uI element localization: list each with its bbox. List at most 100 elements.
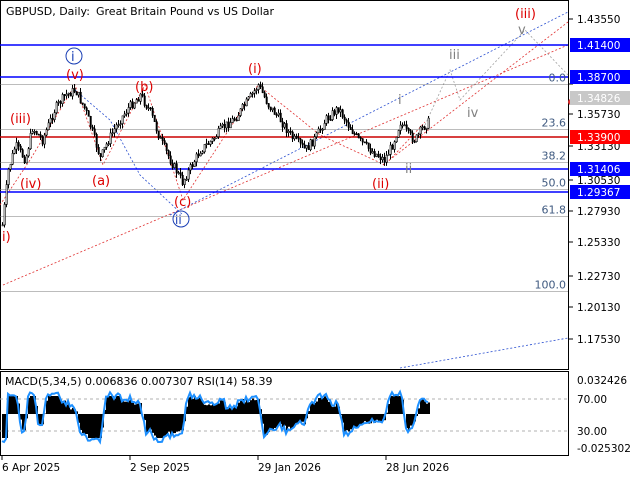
indicator-tick: 70.00 xyxy=(577,394,607,406)
macd-bar xyxy=(146,414,148,433)
candle-body xyxy=(191,164,194,167)
macd-bar xyxy=(94,414,96,438)
macd-bar xyxy=(428,402,430,414)
candle-body xyxy=(281,121,284,128)
price-tick: 1.27930 xyxy=(577,206,620,218)
price-chart[interactable]: GBPUSD, Daily: Great Britain Pound vs US… xyxy=(0,0,640,480)
macd-bar xyxy=(318,398,320,414)
candle-body xyxy=(115,124,118,130)
price-tick: 1.22730 xyxy=(577,271,620,283)
candle-body xyxy=(409,130,412,134)
candle-body xyxy=(421,126,424,129)
macd-bar xyxy=(362,414,364,424)
macd-bar xyxy=(152,414,154,433)
macd-bar xyxy=(166,414,168,435)
candle-body xyxy=(145,105,148,109)
candle-body xyxy=(181,174,184,185)
candle-body xyxy=(89,116,92,128)
wave-label: (b) xyxy=(135,80,153,95)
candle-body xyxy=(225,121,228,129)
macd-bar xyxy=(356,414,358,428)
wave-label: (iii) xyxy=(515,7,536,22)
candle-body xyxy=(415,134,418,142)
macd-bar xyxy=(264,414,266,435)
candle-body xyxy=(389,144,392,155)
macd-bar xyxy=(270,414,272,430)
macd-bar xyxy=(320,397,322,414)
macd-bar xyxy=(90,414,92,438)
candle-body xyxy=(351,129,354,134)
candle-body xyxy=(53,112,56,120)
candle-body xyxy=(21,149,24,158)
candle-body xyxy=(385,155,388,163)
candle-body xyxy=(395,136,398,143)
indicator-tick: 0.032426 xyxy=(577,375,627,387)
macd-bar xyxy=(398,396,400,414)
price-tick: 1.20130 xyxy=(577,302,620,314)
macd-bar xyxy=(376,414,378,420)
candle-body xyxy=(343,116,346,121)
macd-bar xyxy=(290,414,292,430)
macd-bar xyxy=(54,396,56,414)
wave-label: (i) xyxy=(248,62,262,77)
macd-histogram xyxy=(2,396,430,438)
candle-body xyxy=(223,123,226,129)
candle-body xyxy=(329,119,332,121)
candle-body xyxy=(305,145,308,149)
candle-body xyxy=(161,137,164,141)
candle-body xyxy=(175,163,178,174)
candle-body xyxy=(45,129,48,136)
price-tick: 1.25330 xyxy=(577,237,620,249)
macd-bar xyxy=(178,414,180,432)
macd-bar xyxy=(364,414,366,422)
candle-body xyxy=(397,130,400,138)
macd-bar xyxy=(410,414,412,426)
candle-body xyxy=(113,128,116,134)
candle-body xyxy=(335,107,338,115)
candle-body xyxy=(171,163,174,168)
candle-body xyxy=(331,110,334,120)
candle-body xyxy=(291,131,294,140)
wave-label: (c) xyxy=(174,195,191,210)
fib-label: 50.0 xyxy=(542,177,567,190)
red-wave-path xyxy=(0,83,426,206)
candle-body xyxy=(245,98,248,107)
chart-description: Great Britain Pound vs US Dollar xyxy=(96,5,275,18)
candle-body xyxy=(215,136,218,139)
macd-bar xyxy=(164,414,166,436)
candle-body xyxy=(251,92,254,95)
macd-bar xyxy=(332,407,334,414)
candle-body xyxy=(79,91,82,104)
candle-body xyxy=(25,155,28,164)
candle-body xyxy=(337,107,340,113)
wave-label: ii xyxy=(405,162,412,177)
candle-body xyxy=(149,107,152,110)
chart-window[interactable]: GBPUSD, Daily: Great Britain Pound vs US… xyxy=(0,0,640,480)
candle-body xyxy=(101,149,104,158)
candle-body xyxy=(7,168,10,185)
candle-body xyxy=(147,107,150,110)
macd-bar xyxy=(156,414,158,438)
macd-bar xyxy=(360,414,362,425)
macd-bar xyxy=(302,414,304,422)
candle-body xyxy=(211,137,214,142)
candle-body xyxy=(257,84,260,90)
macd-bar xyxy=(390,396,392,414)
macd-bar xyxy=(252,398,254,414)
candle-body xyxy=(87,110,90,117)
candle-body xyxy=(247,96,250,100)
candle-body xyxy=(91,126,94,130)
candle-body xyxy=(75,91,78,96)
macd-bar xyxy=(220,400,222,414)
macd-bar xyxy=(424,401,426,414)
macd-bar xyxy=(322,398,324,414)
candle-body xyxy=(273,107,276,115)
candle-body xyxy=(341,109,344,118)
wave-label: (v) xyxy=(66,68,84,83)
macd-bar xyxy=(124,401,126,414)
time-axis: 6 Apr 2025 2 Sep 2025 29 Jan 2026 28 Jun… xyxy=(1,456,449,474)
macd-bar xyxy=(422,399,424,414)
candle-body xyxy=(159,137,162,139)
macd-bar xyxy=(168,414,170,432)
blue-lower-channel xyxy=(399,337,569,369)
